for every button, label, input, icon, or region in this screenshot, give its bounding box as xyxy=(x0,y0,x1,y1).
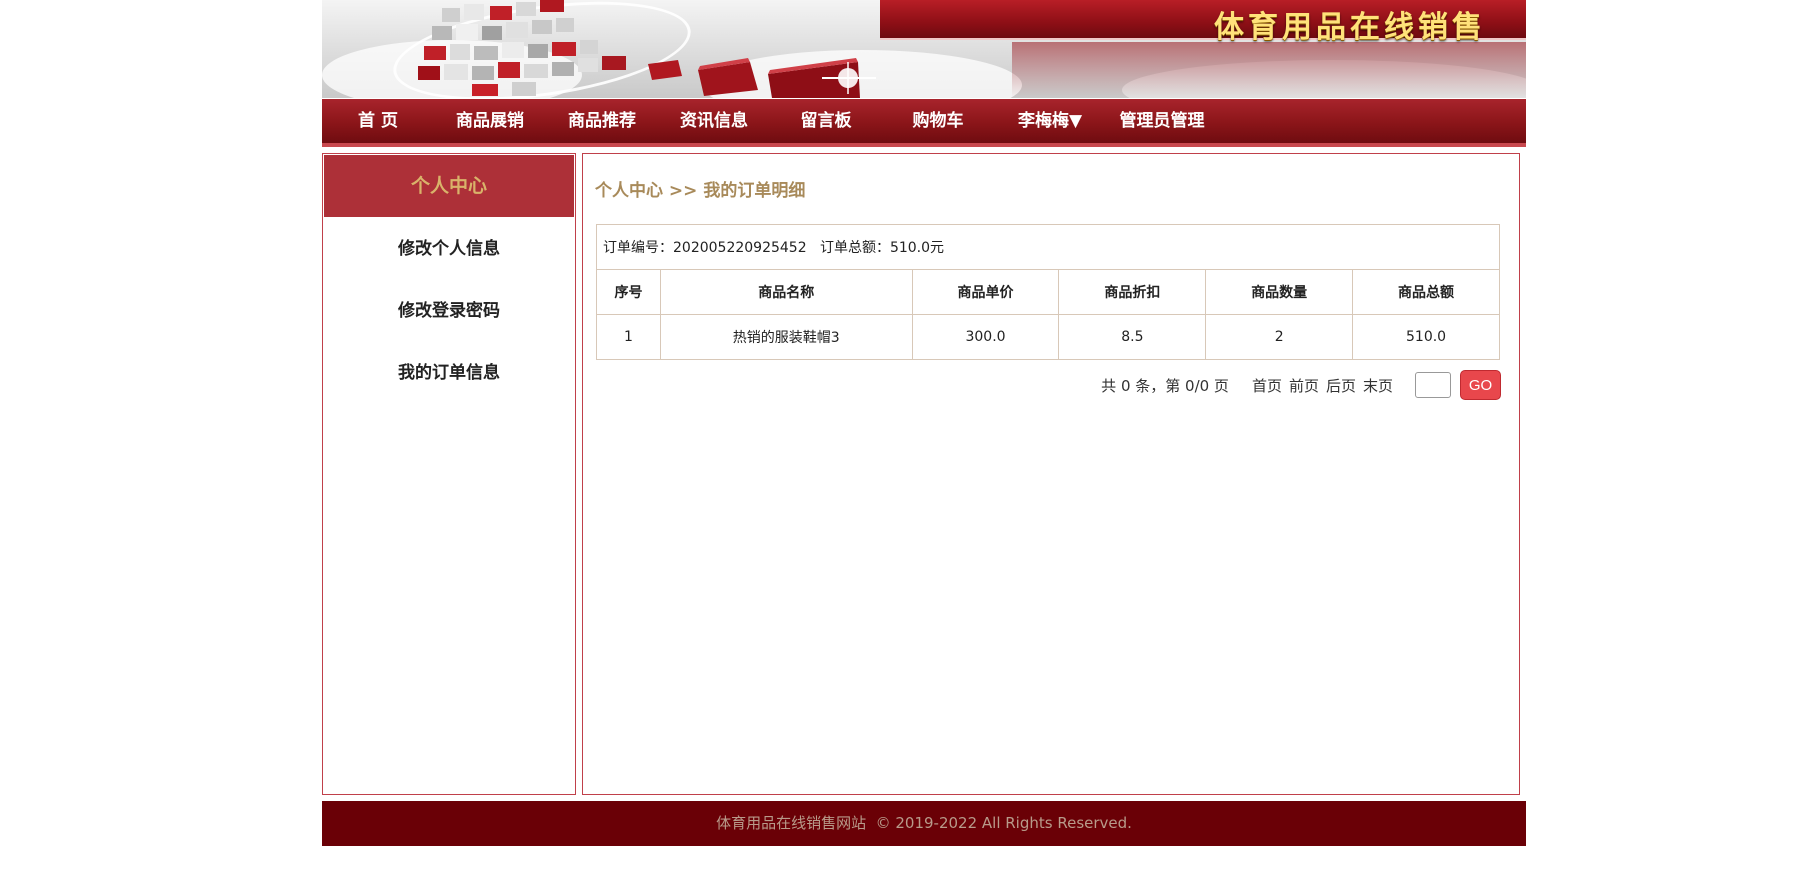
col-header-index: 序号 xyxy=(596,269,661,315)
nav-item-product-recommend[interactable]: 商品推荐 xyxy=(546,99,658,143)
page-wrapper: 体育用品在线销售 首 页 商品展销 商品推荐 资讯信息 留言板 购物车 李梅梅▼… xyxy=(322,0,1526,846)
footer: 体育用品在线销售网站 © 2019-2022 All Rights Reserv… xyxy=(322,801,1526,846)
order-info: 订单编号：202005220925452 订单总额：510.0元 xyxy=(596,224,1500,270)
breadcrumb: 个人中心 >> 我的订单明细 xyxy=(595,181,806,201)
cell-product-name: 热销的服装鞋帽3 xyxy=(659,314,913,360)
content-panel: 个人中心 >> 我的订单明细 订单编号：202005220925452 订单总额… xyxy=(582,153,1520,795)
nav-item-admin[interactable]: 管理员管理 xyxy=(1106,99,1218,143)
sidebar-title: 个人中心 xyxy=(324,155,574,217)
cell-index: 1 xyxy=(596,314,661,360)
nav-item-message-board[interactable]: 留言板 xyxy=(770,99,882,143)
sidebar: 个人中心 修改个人信息 修改登录密码 我的订单信息 xyxy=(322,153,576,795)
sidebar-item-my-orders[interactable]: 我的订单信息 xyxy=(323,342,575,404)
cell-total: 510.0 xyxy=(1352,314,1500,360)
sidebar-item-change-password[interactable]: 修改登录密码 xyxy=(323,280,575,342)
page-number-input[interactable] xyxy=(1415,372,1451,398)
pagination-last[interactable]: 末页 xyxy=(1363,375,1393,396)
col-header-unit-price: 商品单价 xyxy=(911,269,1060,315)
pagination-prev[interactable]: 前页 xyxy=(1289,375,1319,396)
cell-discount: 8.5 xyxy=(1058,314,1207,360)
nav-item-home[interactable]: 首 页 xyxy=(322,99,434,143)
cell-unit-price: 300.0 xyxy=(911,314,1060,360)
nav-item-cart[interactable]: 购物车 xyxy=(882,99,994,143)
nav-item-user-menu[interactable]: 李梅梅▼ xyxy=(994,99,1106,143)
pagination-next[interactable]: 后页 xyxy=(1326,375,1356,396)
main-area: 个人中心 修改个人信息 修改登录密码 我的订单信息 个人中心 >> 我的订单明细… xyxy=(322,153,1526,799)
pagination: 共 0 条，第 0/0 页 首页 前页 后页 末页 GO xyxy=(1095,370,1501,400)
header-banner: 体育用品在线销售 xyxy=(322,0,1526,98)
nav-item-product-showcase[interactable]: 商品展销 xyxy=(434,99,546,143)
banner-cubes-graphic xyxy=(418,0,876,98)
col-header-discount: 商品折扣 xyxy=(1058,269,1207,315)
col-header-product-name: 商品名称 xyxy=(659,269,913,315)
sidebar-item-edit-profile[interactable]: 修改个人信息 xyxy=(323,218,575,280)
nav-item-news[interactable]: 资讯信息 xyxy=(658,99,770,143)
main-nav: 首 页 商品展销 商品推荐 资讯信息 留言板 购物车 李梅梅▼ 管理员管理 xyxy=(322,99,1526,147)
table-header-row: 序号 商品名称 商品单价 商品折扣 商品数量 商品总额 xyxy=(596,269,1500,315)
col-header-quantity: 商品数量 xyxy=(1205,269,1354,315)
pagination-first[interactable]: 首页 xyxy=(1252,375,1282,396)
order-detail-table: 订单编号：202005220925452 订单总额：510.0元 序号 商品名称… xyxy=(596,224,1500,360)
go-button[interactable]: GO xyxy=(1460,370,1501,400)
title-bar-fade xyxy=(1012,42,1526,98)
pagination-summary: 共 0 条，第 0/0 页 xyxy=(1101,376,1229,395)
cell-quantity: 2 xyxy=(1205,314,1354,360)
site-title-bar: 体育用品在线销售 xyxy=(880,0,1526,45)
site-title: 体育用品在线销售 xyxy=(1214,10,1486,45)
table-row: 1 热销的服装鞋帽3 300.0 8.5 2 510.0 xyxy=(596,314,1500,360)
col-header-total: 商品总额 xyxy=(1352,269,1500,315)
order-info-row: 订单编号：202005220925452 订单总额：510.0元 xyxy=(596,224,1500,270)
